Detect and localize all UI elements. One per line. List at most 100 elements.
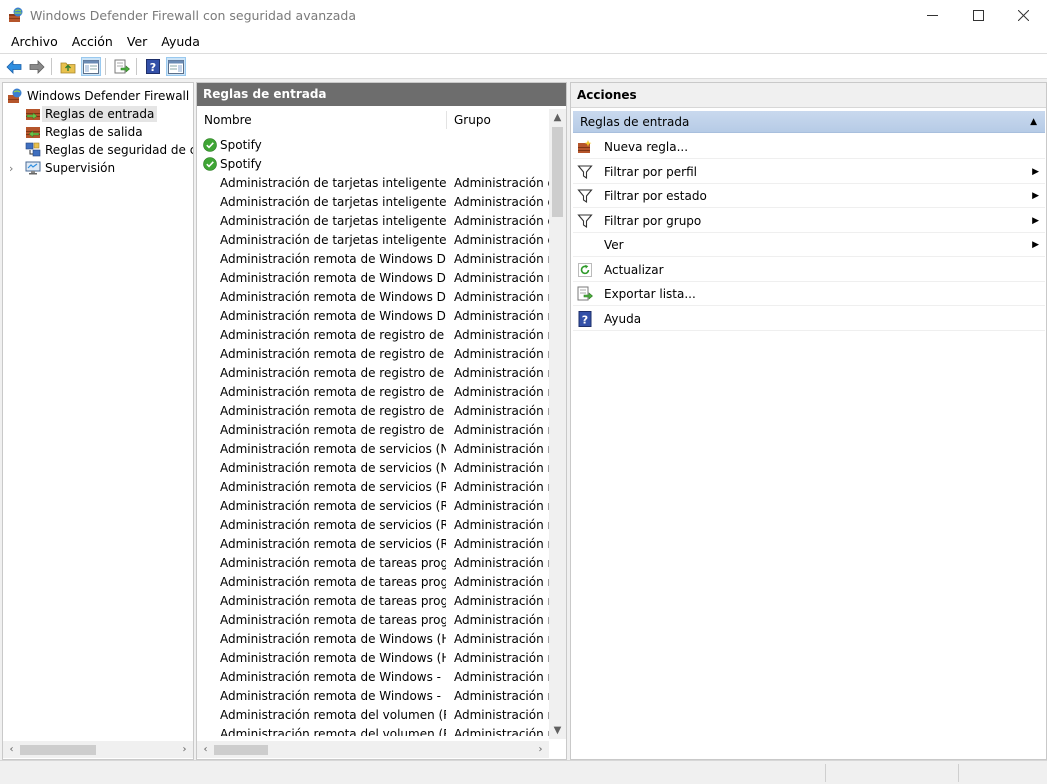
filter-icon bbox=[577, 213, 593, 228]
back-icon bbox=[6, 59, 22, 74]
menu-archivo[interactable]: Archivo bbox=[4, 31, 65, 53]
table-row[interactable]: Administración remota de registro de ev.… bbox=[197, 345, 549, 364]
table-row[interactable]: Administración remota de Windows Defe...… bbox=[197, 288, 549, 307]
scroll-up-icon[interactable]: ▲ bbox=[549, 109, 566, 126]
action-exportar-lista[interactable]: Exportar lista... bbox=[573, 282, 1045, 306]
action-filtrar-por-estado[interactable]: Filtrar por estado ▶ bbox=[573, 184, 1045, 208]
scrollbar-thumb[interactable] bbox=[552, 127, 563, 217]
tree-item-monitoring[interactable]: › Supervisión bbox=[9, 159, 115, 177]
rule-group: Administración re bbox=[454, 594, 549, 608]
action-ver[interactable]: Ver ▶ bbox=[573, 233, 1045, 257]
tree-item-connection-security-rules[interactable]: Reglas de seguridad de con bbox=[25, 141, 193, 159]
minimize-button[interactable] bbox=[909, 0, 955, 31]
menu-accion[interactable]: Acción bbox=[65, 31, 120, 53]
show-hide-tree-button[interactable] bbox=[81, 57, 101, 76]
list-vertical-scrollbar[interactable]: ▲ ▼ bbox=[549, 109, 566, 739]
table-row[interactable]: Administración remota de tareas progra..… bbox=[197, 592, 549, 611]
table-row[interactable]: Administración de tarjetas inteligentes … bbox=[197, 193, 549, 212]
table-row[interactable]: Spotify bbox=[197, 136, 549, 155]
table-row[interactable]: Spotify bbox=[197, 155, 549, 174]
tree-root[interactable]: Windows Defender Firewall con bbox=[7, 87, 193, 105]
export-button[interactable] bbox=[112, 57, 132, 76]
rule-group: Administración de bbox=[454, 214, 549, 228]
rule-group: Administración re bbox=[454, 347, 549, 361]
rule-name: Administración remota de Windows Defe... bbox=[220, 290, 446, 304]
scroll-left-icon[interactable]: ‹ bbox=[3, 741, 20, 758]
action-ayuda[interactable]: ? Ayuda bbox=[573, 307, 1045, 331]
rule-name: Spotify bbox=[220, 157, 262, 171]
table-row[interactable]: Administración remota de Windows Defe...… bbox=[197, 269, 549, 288]
table-row[interactable]: Administración remota de Windows (HT... A… bbox=[197, 630, 549, 649]
action-actualizar[interactable]: Actualizar bbox=[573, 258, 1045, 282]
help-button[interactable]: ? bbox=[143, 57, 163, 76]
list-horizontal-scrollbar[interactable]: ‹ › bbox=[197, 741, 549, 758]
rule-group: Administración re bbox=[454, 404, 549, 418]
table-row[interactable]: Administración remota de servicios (RPC.… bbox=[197, 535, 549, 554]
refresh-icon bbox=[578, 262, 592, 277]
action-filtrar-por-grupo[interactable]: Filtrar por grupo ▶ bbox=[573, 209, 1045, 233]
action-nueva-regla[interactable]: Nueva regla... bbox=[573, 135, 1045, 159]
actions-section-header[interactable]: Reglas de entrada ▲ bbox=[573, 111, 1045, 133]
table-row[interactable]: Administración remota de tareas progra..… bbox=[197, 611, 549, 630]
back-button[interactable] bbox=[4, 57, 24, 76]
main-frame: Windows Defender Firewall con Reglas de … bbox=[0, 79, 1047, 760]
tree-horizontal-scrollbar[interactable]: ‹ › bbox=[3, 741, 193, 758]
rule-name: Administración remota de servicios (RPC) bbox=[220, 480, 446, 494]
rule-group: Administración re bbox=[454, 252, 549, 266]
table-row[interactable]: Administración de tarjetas inteligentes … bbox=[197, 212, 549, 231]
scrollbar-thumb[interactable] bbox=[214, 745, 268, 755]
forward-button[interactable] bbox=[27, 57, 47, 76]
rule-group: Administración de bbox=[454, 233, 549, 247]
table-row[interactable]: Administración remota de Windows - M... A… bbox=[197, 668, 549, 687]
actions-pane: Acciones Reglas de entrada ▲ Nueva regla… bbox=[570, 82, 1047, 760]
up-folder-button[interactable] bbox=[58, 57, 78, 76]
table-row[interactable]: Administración remota del volumen (RC...… bbox=[197, 725, 549, 736]
table-row[interactable]: Administración remota de servicios (NP .… bbox=[197, 459, 549, 478]
scroll-down-icon[interactable]: ▼ bbox=[549, 722, 566, 739]
tree-item-outbound-rules[interactable]: Reglas de salida bbox=[25, 123, 143, 141]
table-row[interactable]: Administración remota de servicios (RPC)… bbox=[197, 478, 549, 497]
rule-group: Administración re bbox=[454, 442, 549, 456]
new-rule-icon bbox=[578, 140, 592, 153]
table-row[interactable]: Administración remota de registro de ev.… bbox=[197, 383, 549, 402]
rule-group: Administración re bbox=[454, 556, 549, 570]
scrollbar-thumb[interactable] bbox=[20, 745, 96, 755]
table-row[interactable]: Administración remota de tareas progra..… bbox=[197, 554, 549, 573]
expand-chevron-icon[interactable]: › bbox=[9, 162, 21, 175]
table-row[interactable]: Administración remota de registro de ev.… bbox=[197, 421, 549, 440]
rule-name: Administración remota del volumen (RC... bbox=[220, 727, 446, 736]
scroll-left-icon[interactable]: ‹ bbox=[197, 741, 214, 758]
maximize-button[interactable] bbox=[955, 0, 1001, 31]
rule-name: Administración remota de Windows (HT... bbox=[220, 651, 446, 665]
action-filtrar-por-perfil[interactable]: Filtrar por perfil ▶ bbox=[573, 160, 1045, 184]
table-row[interactable]: Administración remota de registro de ev.… bbox=[197, 326, 549, 345]
action-label: Filtrar por grupo bbox=[604, 213, 702, 228]
table-row[interactable]: Administración de tarjetas inteligentes … bbox=[197, 231, 549, 250]
table-row[interactable]: Administración de tarjetas inteligentes … bbox=[197, 174, 549, 193]
tree-item-inbound-rules[interactable]: Reglas de entrada bbox=[25, 105, 158, 123]
console-tree: Windows Defender Firewall con Reglas de … bbox=[2, 82, 194, 760]
collapse-arrow-icon[interactable]: ▲ bbox=[1030, 111, 1037, 133]
table-row[interactable]: Administración remota de Windows - M... A… bbox=[197, 687, 549, 706]
table-row[interactable]: Administración remota de servicios (RPC)… bbox=[197, 497, 549, 516]
menu-ver[interactable]: Ver bbox=[120, 31, 154, 53]
tree-item-label: Supervisión bbox=[45, 161, 116, 175]
table-row[interactable]: Administración remota de Windows Defe...… bbox=[197, 250, 549, 269]
menu-ayuda[interactable]: Ayuda bbox=[154, 31, 207, 53]
table-row[interactable]: Administración remota de Windows Defe...… bbox=[197, 307, 549, 326]
scroll-right-icon[interactable]: › bbox=[176, 741, 193, 758]
table-row[interactable]: Administración remota de Windows (HT... A… bbox=[197, 649, 549, 668]
show-hide-action-icon bbox=[168, 59, 184, 74]
table-row[interactable]: Administración remota de tareas progra..… bbox=[197, 573, 549, 592]
table-row[interactable]: Administración remota de registro de ev.… bbox=[197, 402, 549, 421]
close-button[interactable] bbox=[1000, 0, 1046, 31]
table-row[interactable]: Administración remota de servicios (RPC.… bbox=[197, 516, 549, 535]
table-row[interactable]: Administración remota de servicios (NP .… bbox=[197, 440, 549, 459]
table-row[interactable]: Administración remota de registro de ev.… bbox=[197, 364, 549, 383]
table-row[interactable]: Administración remota del volumen (RC...… bbox=[197, 706, 549, 725]
column-headers: Nombre Grupo bbox=[197, 109, 549, 131]
column-header-group[interactable]: Grupo bbox=[447, 109, 547, 131]
show-hide-action-pane-button[interactable] bbox=[166, 57, 186, 76]
scroll-right-icon[interactable]: › bbox=[532, 741, 549, 758]
column-header-name[interactable]: Nombre bbox=[197, 109, 446, 131]
